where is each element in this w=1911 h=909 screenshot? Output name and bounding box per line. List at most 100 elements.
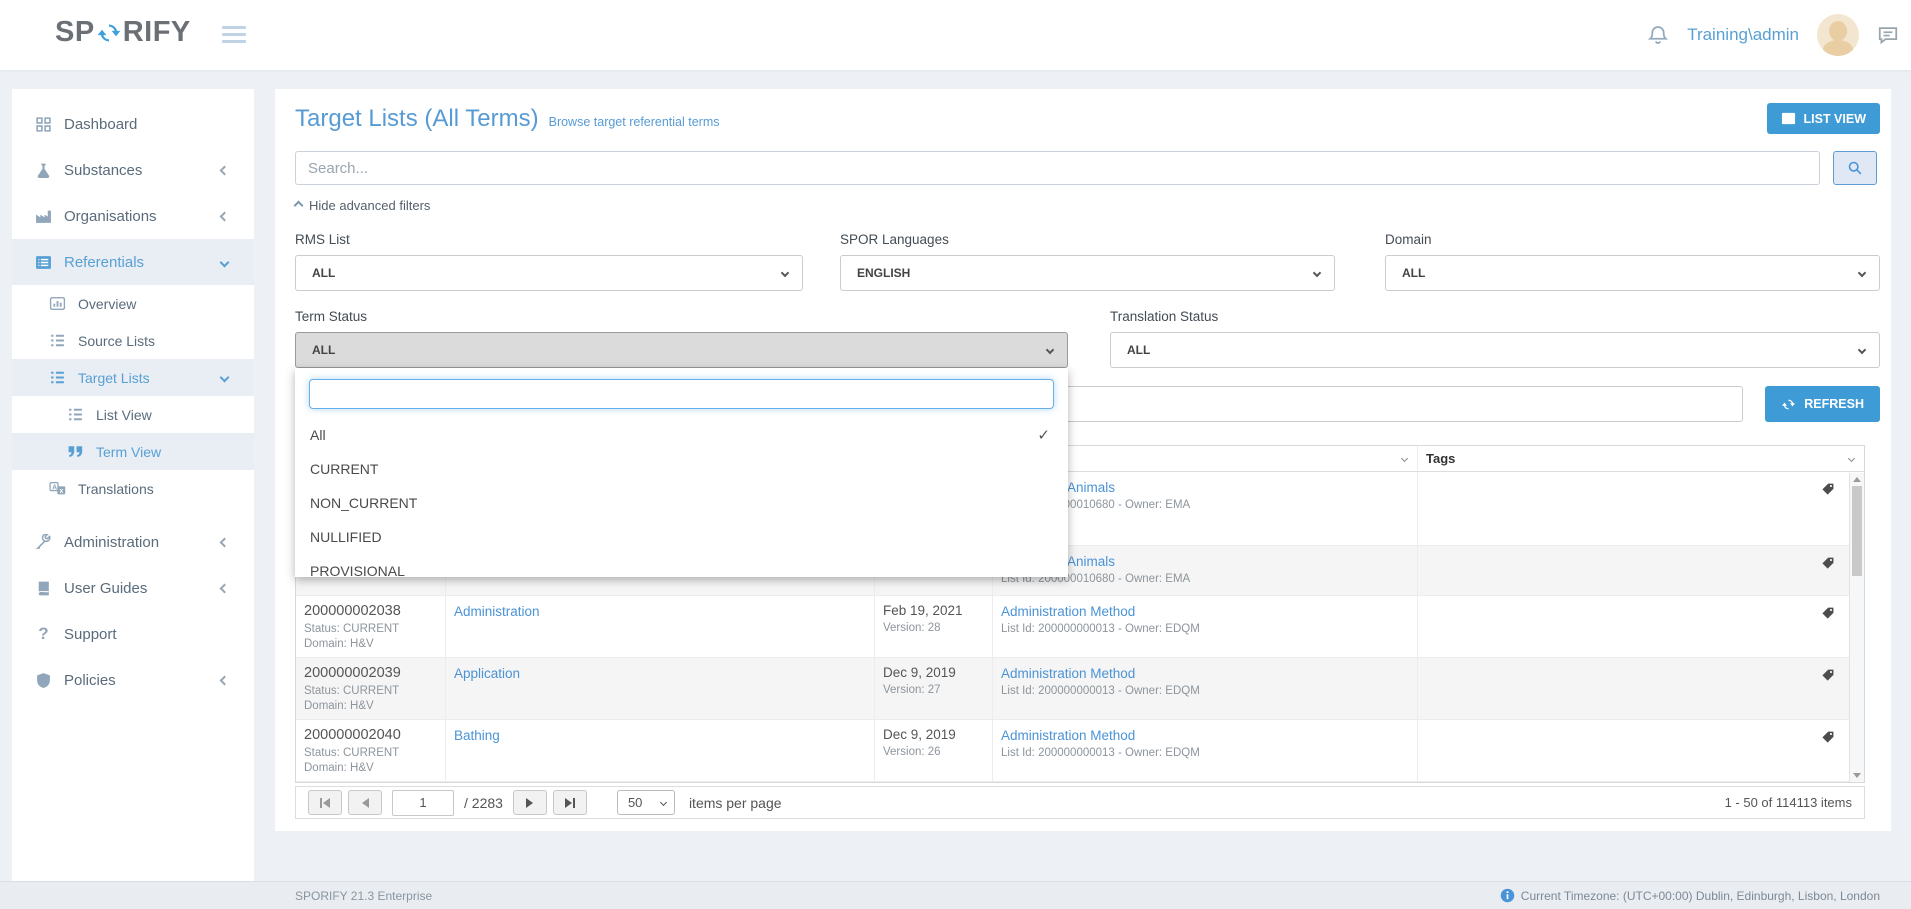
list-icon	[66, 405, 85, 424]
chevron-down-icon	[1858, 269, 1866, 277]
sidebar-item-label: List View	[96, 407, 152, 423]
sidebar-item-label: Term View	[96, 444, 161, 460]
sidebar-item-substances[interactable]: Substances	[12, 147, 254, 193]
translation-status-select[interactable]: ALL	[1110, 332, 1880, 368]
list-name-link[interactable]: Administration Method	[1001, 666, 1135, 681]
chevron-icon	[220, 583, 230, 593]
term-name-link[interactable]: Administration	[454, 604, 540, 619]
sidebar-item-translations[interactable]: Translations	[12, 470, 254, 507]
sidebar-item-overview[interactable]: Overview	[12, 285, 254, 322]
sidebar-item-referentials[interactable]: Referentials	[12, 239, 254, 285]
list-name-link[interactable]: Administration Method	[1001, 728, 1135, 743]
scroll-down-icon[interactable]	[1853, 773, 1861, 778]
sidebar-item-user-guides[interactable]: User Guides	[12, 565, 254, 611]
page-number-input[interactable]	[392, 790, 454, 816]
hide-advanced-filters-toggle[interactable]: Hide advanced filters	[295, 198, 485, 213]
chart-icon	[48, 294, 67, 313]
list-name-link[interactable]: Administration Method	[1001, 604, 1135, 619]
sidebar-item-list-view[interactable]: List View	[12, 396, 254, 433]
dropdown-option-current[interactable]: CURRENT	[295, 452, 1068, 486]
logo-text-left: SP	[55, 16, 95, 49]
dropdown-option-provisional[interactable]: PROVISIONAL	[295, 554, 1068, 588]
sidebar-item-label: Organisations	[64, 208, 157, 225]
term-domain: Domain: H&V	[304, 699, 435, 714]
dropdown-option-all[interactable]: All ✓	[295, 418, 1068, 452]
avatar[interactable]	[1817, 14, 1859, 56]
sporify-logo[interactable]: SP RIFY	[55, 16, 191, 49]
term-version: Version: 26	[883, 745, 982, 760]
scrollbar-thumb[interactable]	[1852, 486, 1862, 576]
next-page-button[interactable]	[513, 790, 547, 815]
table-row[interactable]: 200000002039 Status: CURRENT Domain: H&V…	[296, 658, 1864, 720]
spor-languages-label: SPOR Languages	[840, 232, 1335, 247]
first-page-button[interactable]	[308, 790, 342, 815]
dropdown-option-nullified[interactable]: NULLIFIED	[295, 520, 1068, 554]
sidebar-item-label: Target Lists	[78, 370, 150, 386]
term-date: Dec 9, 2019	[883, 665, 982, 680]
sidebar-item-support[interactable]: ? Support	[12, 611, 254, 657]
term-name-link[interactable]: Bathing	[454, 728, 500, 743]
chevron-down-icon	[781, 269, 789, 277]
term-id: 200000002040	[304, 727, 435, 743]
column-menu-icon[interactable]	[1401, 455, 1408, 462]
tag-icon[interactable]	[1821, 556, 1835, 570]
menu-toggle-icon[interactable]	[222, 26, 246, 47]
rms-list-select[interactable]: ALL	[295, 255, 803, 291]
refresh-button[interactable]: REFRESH	[1765, 386, 1880, 422]
sidebar-item-target-lists[interactable]: Target Lists	[12, 359, 254, 396]
tag-icon[interactable]	[1821, 668, 1835, 682]
chevron-down-icon	[1858, 346, 1866, 354]
domain-select[interactable]: ALL	[1385, 255, 1880, 291]
list-info: List Id: 200000000013 - Owner: EDQM	[1001, 622, 1407, 637]
feedback-chat-icon[interactable]	[1877, 24, 1899, 46]
sidebar-item-source-lists[interactable]: Source Lists	[12, 322, 254, 359]
tag-icon[interactable]	[1821, 606, 1835, 620]
scroll-up-icon[interactable]	[1853, 477, 1861, 482]
table-row[interactable]: 200000002040 Status: CURRENT Domain: H&V…	[296, 720, 1864, 782]
logo-text-right: RIFY	[123, 16, 191, 49]
term-status: Status: CURRENT	[304, 622, 435, 637]
term-domain: Domain: H&V	[304, 761, 435, 776]
sidebar-item-term-view[interactable]: Term View	[12, 433, 254, 470]
tag-icon[interactable]	[1821, 482, 1835, 496]
domain-label: Domain	[1385, 232, 1880, 247]
rms-list-label: RMS List	[295, 232, 803, 247]
sidebar-item-label: Dashboard	[64, 116, 137, 133]
prev-page-button[interactable]	[348, 790, 382, 815]
term-name-link[interactable]: Application	[454, 666, 520, 681]
table-scrollbar[interactable]	[1849, 473, 1864, 782]
sidebar-nav: Dashboard Substances Organisations Refer…	[12, 101, 254, 703]
spor-languages-select[interactable]: ENGLISH	[840, 255, 1335, 291]
notifications-bell-icon[interactable]	[1647, 24, 1669, 46]
dropdown-filter-input[interactable]	[309, 379, 1054, 409]
tag-icon[interactable]	[1821, 730, 1835, 744]
dropdown-option-non_current[interactable]: NON_CURRENT	[295, 486, 1068, 520]
search-button[interactable]	[1833, 151, 1877, 185]
table-row[interactable]: 200000002038 Status: CURRENT Domain: H&V…	[296, 596, 1864, 658]
sidebar-item-organisations[interactable]: Organisations	[12, 193, 254, 239]
search-input[interactable]	[295, 151, 1820, 185]
term-status-select[interactable]: ALL	[295, 332, 1068, 368]
term-status-label: Term Status	[295, 309, 1068, 324]
sidebar-item-label: User Guides	[64, 580, 147, 597]
term-version: Version: 27	[883, 683, 982, 698]
chevron-down-icon	[660, 799, 667, 806]
logo-circular-arrows-icon	[96, 20, 122, 46]
flask-icon	[34, 161, 53, 180]
sidebar-item-label: Administration	[64, 534, 159, 551]
chevron-icon	[220, 675, 230, 685]
chevron-icon	[220, 373, 230, 383]
column-menu-icon[interactable]	[1848, 455, 1855, 462]
search-icon	[1847, 160, 1863, 176]
column-header-tags[interactable]: Tags	[1418, 446, 1864, 471]
sidebar-item-policies[interactable]: Policies	[12, 657, 254, 703]
items-per-page-select[interactable]: 50	[617, 790, 675, 815]
last-page-button[interactable]	[553, 790, 587, 815]
username[interactable]: Training\admin	[1687, 25, 1799, 45]
sidebar-item-dashboard[interactable]: Dashboard	[12, 101, 254, 147]
list-view-button[interactable]: LIST VIEW	[1767, 103, 1881, 134]
list-icon	[48, 368, 67, 387]
list-info: List Id: 200000000013 - Owner: EDQM	[1001, 684, 1407, 699]
sidebar-item-administration[interactable]: Administration	[12, 519, 254, 565]
app-version-label: SPORIFY 21.3 Enterprise	[295, 889, 432, 903]
